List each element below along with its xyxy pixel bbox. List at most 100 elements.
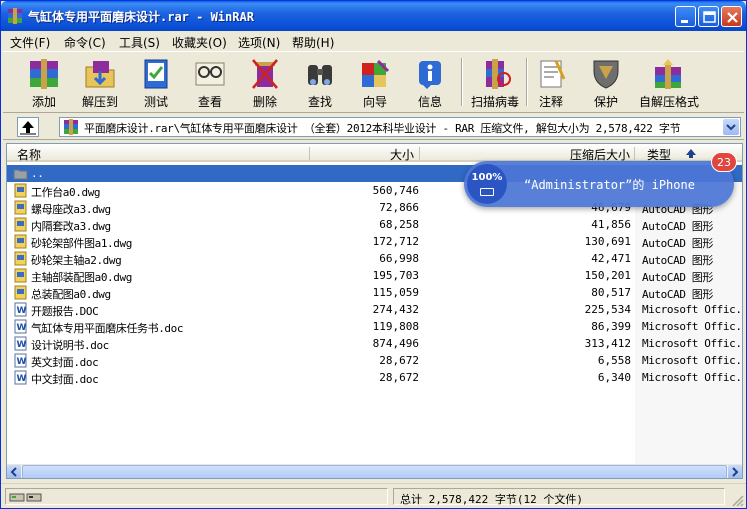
winrar-window: 气缸体专用平面磨床设计.rar - WinRAR 文件(F) 命令(C) 工具(… [0, 0, 747, 509]
menu-bar: 文件(F) 命令(C) 工具(S) 收藏夹(O) 选项(N) 帮助(H) [1, 31, 746, 51]
find-button[interactable]: 查找 [291, 55, 349, 111]
file-size: 72,866 [379, 201, 419, 214]
minimize-button[interactable] [675, 6, 696, 27]
status-right-pane: 总计 2,578,422 字节(12 个文件) [393, 488, 725, 506]
menu-help[interactable]: 帮助(H) [292, 34, 334, 51]
add-button[interactable]: 添加 [15, 55, 73, 111]
column-divider[interactable] [634, 147, 635, 160]
file-type: AutoCAD 图形 [642, 237, 713, 250]
file-name: 砂轮架部件图a1.dwg [31, 237, 132, 250]
maximize-icon [703, 11, 716, 23]
menu-tools[interactable]: 工具(S) [119, 34, 160, 51]
battery-indicator: 100% [467, 164, 507, 204]
path-dropdown-button[interactable] [723, 119, 739, 135]
virus-scan-button[interactable]: 扫描病毒 [466, 55, 524, 111]
file-packed-size: 130,691 [584, 235, 631, 248]
file-name: 主轴部装配图a0.dwg [31, 271, 132, 284]
file-name: 内隔套改a3.dwg [31, 220, 111, 233]
up-folder-button[interactable] [17, 117, 39, 137]
scroll-thumb[interactable] [22, 465, 727, 478]
test-button[interactable]: 测试 [127, 55, 185, 111]
table-row[interactable]: W 开题报告.DOC 274,432 225,534 Microsoft Offic..… [7, 301, 742, 318]
test-icon [144, 59, 168, 89]
comment-icon [540, 60, 566, 88]
menu-command[interactable]: 命令(C) [64, 34, 106, 51]
delete-button[interactable]: 删除 [236, 55, 294, 111]
menu-options[interactable]: 选项(N) [238, 34, 280, 51]
rar-archive-icon [64, 119, 78, 135]
toolbar-separator [461, 58, 463, 106]
toolbar: 添加 解压到 测试 查看 删除 查找 向导 信息 扫描病毒 注释 保护 自解压格… [3, 51, 744, 113]
file-name: 螺母座改a3.dwg [31, 203, 111, 216]
word-document-icon: W [14, 336, 27, 351]
sfx-icon [655, 59, 681, 89]
column-name[interactable]: 名称 [17, 146, 41, 163]
delete-label: 删除 [252, 95, 277, 109]
file-size: 28,672 [379, 354, 419, 367]
table-row[interactable]: W 中文封面.doc 28,672 6,340 Microsoft Offic... [7, 369, 743, 386]
maximize-button[interactable] [698, 6, 719, 27]
table-row[interactable]: 主轴部装配图a0.dwg 195,703 150,201 AutoCAD 图形 [7, 267, 742, 284]
file-name: 设计说明书.doc [31, 339, 109, 352]
scroll-right-button[interactable] [728, 465, 742, 478]
comment-button[interactable]: 注释 [522, 55, 580, 111]
table-row[interactable]: 砂轮架主轴a2.dwg 66,998 42,471 AutoCAD 图形 [7, 250, 742, 267]
column-divider[interactable] [419, 147, 420, 160]
horizontal-scrollbar[interactable] [7, 464, 742, 478]
dwg-file-icon [14, 183, 27, 198]
svg-text:W: W [17, 306, 27, 316]
path-combobox[interactable]: 平面磨床设计.rar\气缸体专用平面磨床设计 （全套）2012本科毕业设计 - … [59, 117, 741, 137]
file-packed-size: 6,340 [597, 371, 631, 384]
file-size: 195,703 [372, 269, 419, 282]
resize-grip-icon[interactable] [731, 494, 744, 507]
title-bar[interactable]: 气缸体专用平面磨床设计.rar - WinRAR [1, 1, 746, 31]
view-label: 查看 [197, 95, 222, 109]
device-notification[interactable]: 100% “Administrator”的 iPhone [464, 161, 734, 207]
menu-favorites[interactable]: 收藏夹(O) [172, 34, 227, 51]
file-size: 28,672 [379, 371, 419, 384]
file-size: 274,432 [372, 303, 419, 316]
protect-button[interactable]: 保护 [577, 55, 635, 111]
file-type: Microsoft Offic... [642, 354, 743, 367]
file-type: Microsoft Offic... [642, 337, 743, 350]
file-name: 英文封面.doc [31, 356, 99, 369]
sfx-label: 自解压格式 [639, 95, 700, 109]
scroll-left-button[interactable] [7, 465, 21, 478]
close-button[interactable] [721, 6, 742, 27]
delete-icon [252, 59, 278, 89]
status-left-pane [5, 488, 388, 505]
winrar-app-icon [8, 8, 22, 24]
column-divider[interactable] [309, 147, 310, 160]
file-size: 119,808 [372, 320, 419, 333]
drive-icon [9, 493, 42, 502]
table-row[interactable]: 内隔套改a3.dwg 68,258 41,856 AutoCAD 图形 [7, 216, 742, 233]
table-row[interactable]: W 设计说明书.doc 874,496 313,412 Microsoft Offic.… [7, 335, 743, 352]
info-button[interactable]: 信息 [401, 55, 459, 111]
dwg-file-icon [14, 251, 27, 266]
file-name: 中文封面.doc [31, 373, 99, 386]
virus-scan-icon [486, 59, 511, 89]
file-type: AutoCAD 图形 [642, 220, 713, 233]
find-label: 查找 [307, 95, 332, 109]
table-row[interactable]: W 英文封面.doc 28,672 6,558 Microsoft Offic... [7, 352, 743, 369]
table-row[interactable]: 砂轮架部件图a1.dwg 172,712 130,691 AutoCAD 图形 [7, 233, 742, 250]
extract-to-button[interactable]: 解压到 [71, 55, 129, 111]
sfx-button[interactable]: 自解压格式 [639, 55, 700, 111]
file-name: 砂轮架主轴a2.dwg [31, 254, 122, 267]
file-type: Microsoft Offic... [642, 371, 743, 384]
table-row[interactable]: W 气缸体专用平面磨床任务书.doc 119,808 86,399 Microsoft … [7, 318, 742, 335]
file-name: .. [31, 167, 44, 180]
svg-text:W: W [17, 374, 27, 384]
column-size[interactable]: 大小 [390, 146, 414, 163]
protect-icon [593, 60, 619, 89]
chevron-left-icon [10, 467, 17, 477]
view-button[interactable]: 查看 [181, 55, 239, 111]
wizard-button[interactable]: 向导 [346, 55, 404, 111]
svg-text:W: W [17, 323, 27, 333]
dwg-file-icon [14, 217, 27, 232]
menu-file[interactable]: 文件(F) [10, 34, 50, 51]
archive-path-text: 平面磨床设计.rar\气缸体专用平面磨床设计 （全套）2012本科毕业设计 - … [84, 122, 681, 135]
table-row[interactable]: 总装配图a0.dwg 115,059 80,517 AutoCAD 图形 [7, 284, 742, 301]
view-icon [195, 62, 225, 86]
info-label: 信息 [417, 95, 442, 109]
